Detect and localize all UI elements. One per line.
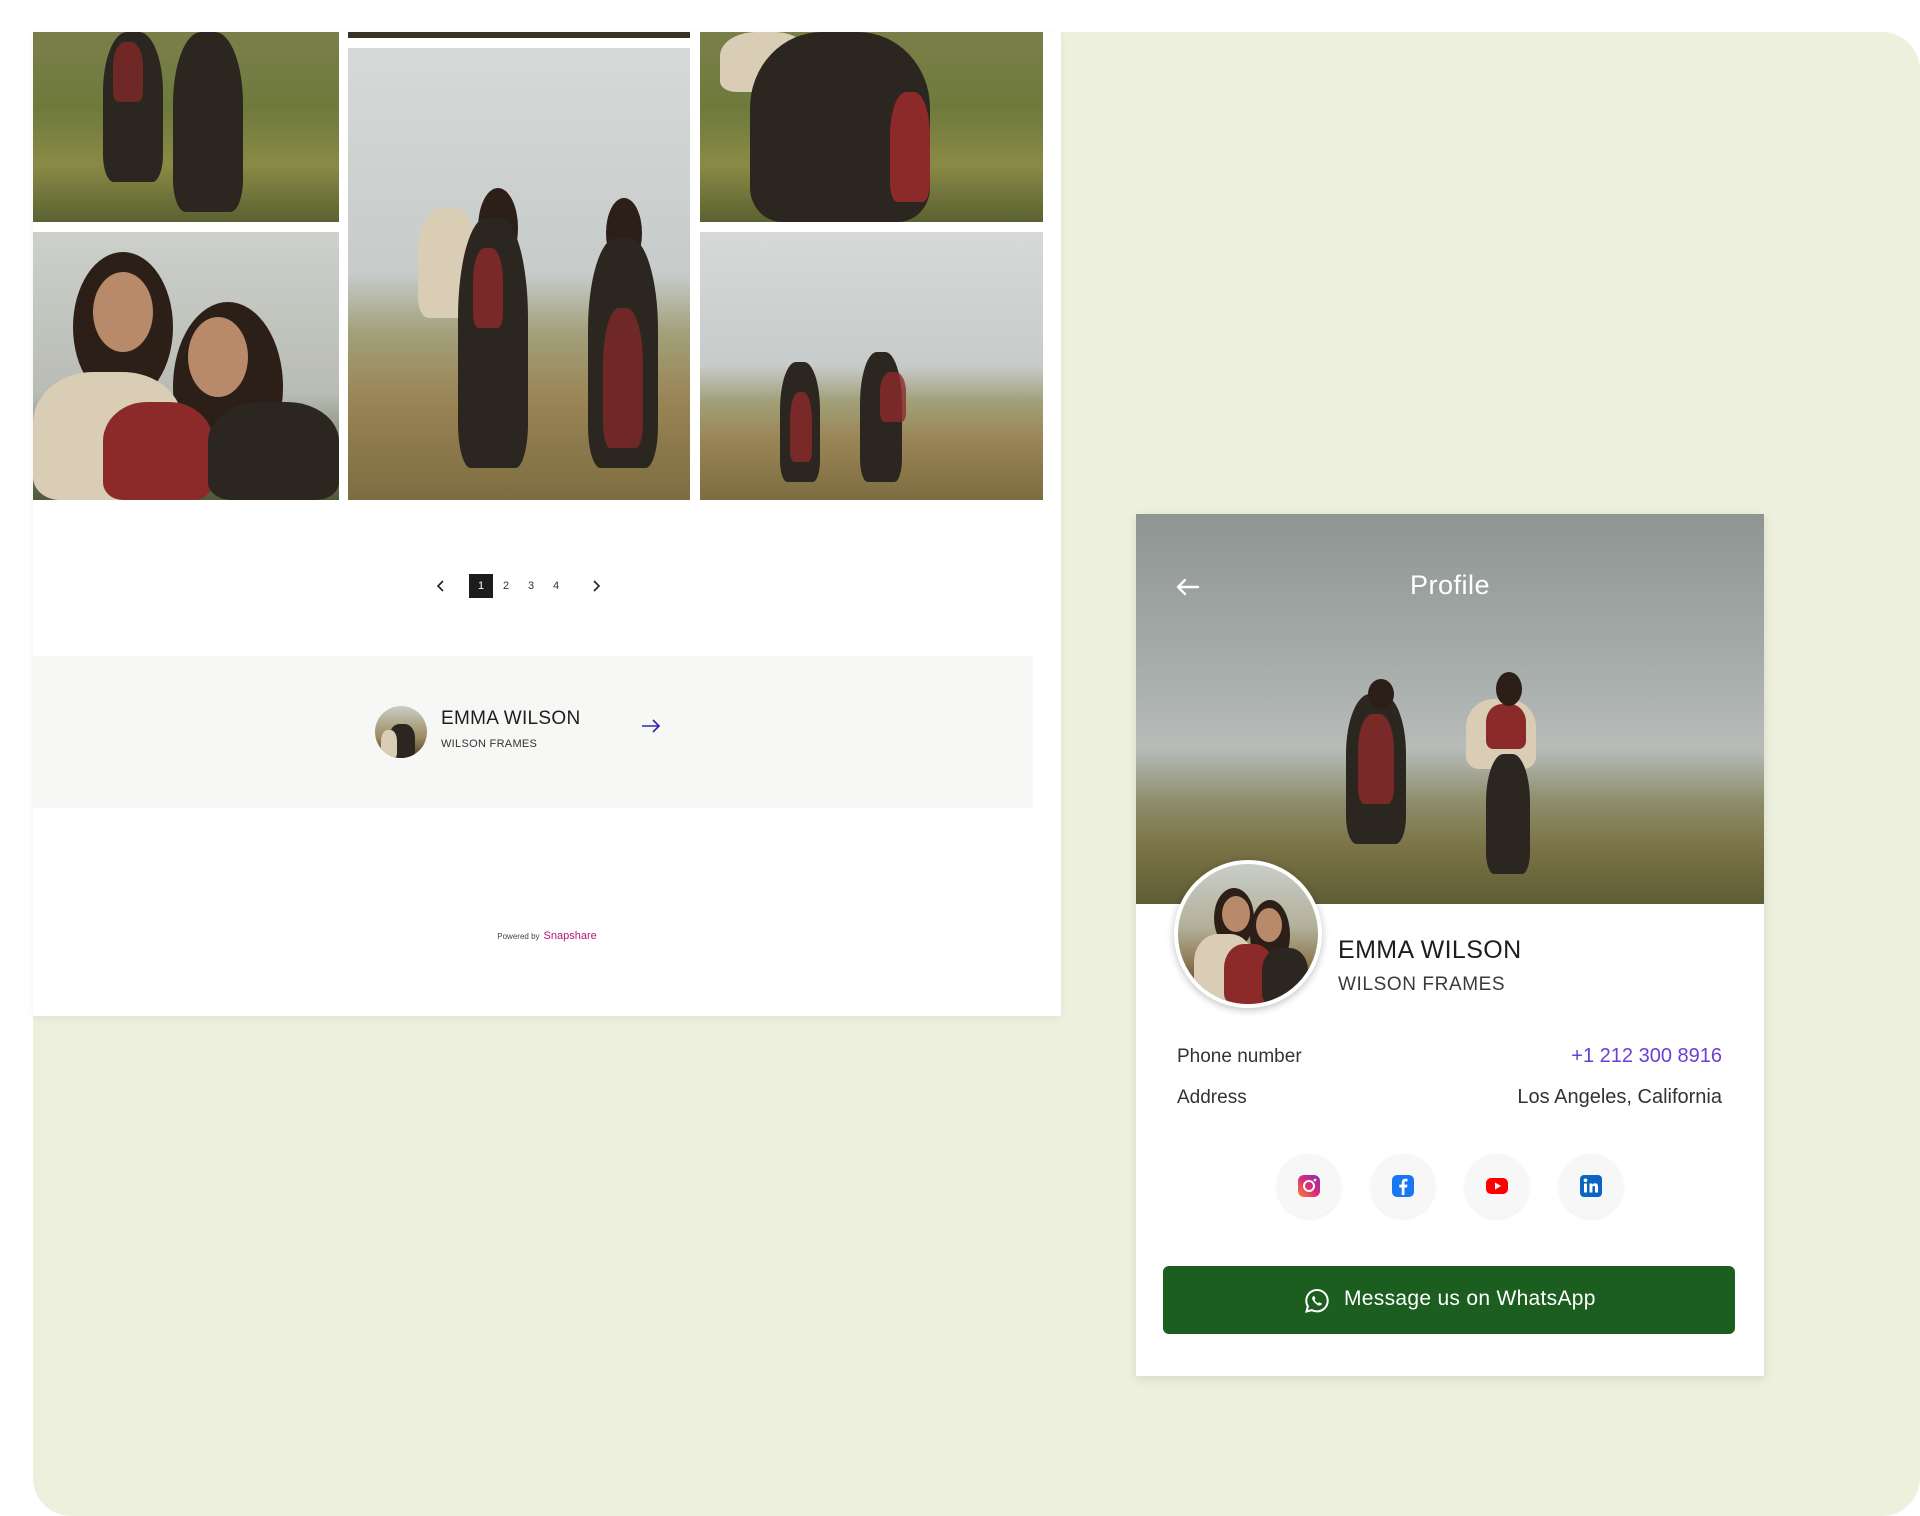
gallery-photo[interactable] xyxy=(700,32,1043,222)
page-link-2[interactable]: 2 xyxy=(494,574,518,598)
avatar xyxy=(1174,860,1322,1008)
youtube-icon[interactable] xyxy=(1465,1154,1529,1218)
page-title: Profile xyxy=(1409,570,1491,600)
phone-label: Phone number xyxy=(1177,1046,1302,1067)
chevron-right-icon[interactable] xyxy=(584,574,608,598)
powered-by: Powered by Snapshare xyxy=(33,930,1061,942)
whatsapp-button[interactable]: Message us on WhatsApp xyxy=(1163,1266,1735,1334)
profile-card: Profile EMMA WILSON WILSON FRAMES Phone … xyxy=(1136,514,1764,1376)
linkedin-icon[interactable] xyxy=(1559,1154,1623,1218)
phone-link[interactable]: +1 212 300 8916 xyxy=(1571,1045,1722,1068)
brand-link[interactable]: Snapshare xyxy=(544,930,597,942)
profile-company: WILSON FRAMES xyxy=(1338,974,1506,995)
arrow-left-icon[interactable] xyxy=(1172,572,1202,602)
page-link-1[interactable]: 1 xyxy=(469,574,493,598)
arrow-right-icon[interactable] xyxy=(637,712,665,740)
page-link-3[interactable]: 3 xyxy=(519,574,543,598)
author-company: WILSON FRAMES xyxy=(441,738,538,750)
gallery-photo[interactable] xyxy=(33,232,339,500)
whatsapp-icon xyxy=(1303,1287,1331,1320)
instagram-icon[interactable] xyxy=(1277,1154,1341,1218)
address-label: Address xyxy=(1177,1087,1247,1108)
author-name: EMMA WILSON xyxy=(441,708,581,729)
facebook-icon[interactable] xyxy=(1371,1154,1435,1218)
pagination: 1 2 3 4 xyxy=(33,572,1061,602)
gallery-photo[interactable] xyxy=(348,32,690,38)
author-card[interactable]: EMMA WILSON WILSON FRAMES xyxy=(33,656,1033,808)
address-value: Los Angeles, California xyxy=(1517,1086,1722,1108)
gallery-photo[interactable] xyxy=(700,232,1043,500)
avatar xyxy=(375,706,427,758)
powered-label: Powered by xyxy=(497,932,540,941)
chevron-left-icon[interactable] xyxy=(429,574,453,598)
gallery-page: 1 2 3 4 EMMA WILSON WILSON FRAMES Powere… xyxy=(33,32,1061,1016)
whatsapp-label: Message us on WhatsApp xyxy=(1344,1287,1596,1310)
gallery-photo[interactable] xyxy=(348,48,690,500)
profile-name: EMMA WILSON xyxy=(1338,936,1522,964)
page-link-4[interactable]: 4 xyxy=(544,574,568,598)
gallery-photo[interactable] xyxy=(33,32,339,222)
